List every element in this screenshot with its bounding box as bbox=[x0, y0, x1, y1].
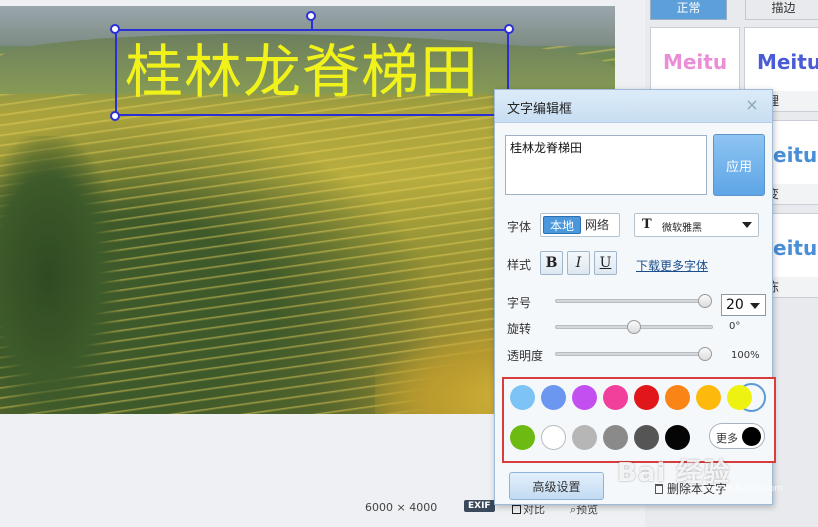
advanced-settings-button[interactable]: 高级设置 bbox=[509, 472, 604, 500]
more-colors-button[interactable]: 更多 bbox=[709, 423, 765, 449]
overlay-text: 桂林龙脊梯田 bbox=[125, 38, 480, 106]
style-preview: eitu bbox=[773, 143, 818, 167]
color-swatch[interactable] bbox=[603, 425, 628, 450]
resize-handle-top-left[interactable] bbox=[110, 24, 120, 34]
color-swatch[interactable] bbox=[510, 425, 535, 450]
rotate-label: 旋转 bbox=[507, 322, 532, 336]
chevron-down-icon bbox=[742, 222, 752, 228]
tab-normal-label: 正常 bbox=[676, 1, 701, 15]
style-preview: Meitu bbox=[662, 50, 728, 74]
font-label: 字体 bbox=[507, 220, 532, 234]
more-colors-label: 更多 bbox=[716, 432, 738, 445]
color-swatch[interactable] bbox=[696, 385, 721, 410]
style-preview: eitu bbox=[773, 236, 818, 260]
rotate-handle[interactable] bbox=[306, 11, 316, 21]
download-more-fonts-link[interactable]: 下载更多字体 bbox=[636, 257, 708, 274]
color-palette: 更多 bbox=[502, 377, 776, 463]
color-swatch[interactable] bbox=[541, 385, 566, 410]
style-preview: Meitu bbox=[756, 50, 818, 74]
font-size-label: 字号 bbox=[507, 296, 532, 310]
font-source-local[interactable]: 本地 bbox=[543, 216, 581, 234]
resize-handle-top-right[interactable] bbox=[504, 24, 514, 34]
tab-normal[interactable]: 正常 bbox=[650, 0, 727, 20]
opacity-slider-thumb[interactable] bbox=[698, 347, 712, 361]
rotate-slider-thumb[interactable] bbox=[627, 320, 641, 334]
close-icon[interactable]: × bbox=[744, 97, 760, 113]
color-swatch[interactable] bbox=[603, 385, 628, 410]
opacity-label: 透明度 bbox=[507, 349, 544, 363]
color-swatch[interactable] bbox=[572, 385, 597, 410]
current-color-swatch bbox=[742, 427, 761, 446]
color-swatch[interactable] bbox=[634, 385, 659, 410]
bold-button[interactable]: B bbox=[540, 251, 563, 275]
apply-button[interactable]: 应用 bbox=[713, 134, 765, 196]
opacity-value: 100% bbox=[731, 350, 760, 361]
font-family-select[interactable]: T 微软雅黑 bbox=[634, 213, 759, 237]
color-swatch[interactable] bbox=[510, 385, 535, 410]
italic-button[interactable]: I bbox=[567, 251, 590, 275]
photo-forest bbox=[0, 136, 120, 414]
font-type-icon: T bbox=[642, 217, 652, 232]
exif-button[interactable]: EXIF bbox=[464, 500, 495, 512]
font-source-network[interactable]: 网络 bbox=[585, 216, 615, 234]
text-edit-dialog: 文字编辑框 × 应用 字体 本地 网络 T 微软雅黑 样式 B I U 下载更多… bbox=[494, 89, 776, 505]
font-size-slider-thumb[interactable] bbox=[698, 294, 712, 308]
tab-stroke-label: 描边 bbox=[771, 1, 796, 15]
dialog-header: 文字编辑框 × bbox=[495, 90, 772, 123]
color-swatch[interactable] bbox=[665, 385, 690, 410]
dialog-title: 文字编辑框 bbox=[507, 102, 573, 117]
tab-stroke[interactable]: 描边 bbox=[745, 0, 818, 20]
style-label: 样式 bbox=[507, 258, 532, 272]
color-swatch[interactable] bbox=[665, 425, 690, 450]
font-size-slider[interactable] bbox=[555, 299, 705, 303]
rotate-value: 0° bbox=[729, 321, 741, 332]
text-content-input[interactable] bbox=[505, 135, 707, 195]
color-swatch[interactable] bbox=[541, 425, 566, 450]
font-size-select[interactable]: 20 bbox=[721, 294, 766, 316]
chevron-down-icon bbox=[750, 303, 760, 309]
compare-checkbox-icon bbox=[512, 505, 521, 514]
underline-button[interactable]: U bbox=[594, 251, 617, 275]
opacity-slider[interactable] bbox=[555, 352, 705, 356]
color-swatch[interactable] bbox=[572, 425, 597, 450]
image-dimensions: 6000 × 4000 bbox=[365, 501, 438, 514]
color-swatch[interactable] bbox=[727, 385, 752, 410]
color-swatch[interactable] bbox=[634, 425, 659, 450]
font-family-value: 微软雅黑 bbox=[662, 223, 702, 234]
resize-handle-bottom-left[interactable] bbox=[110, 111, 120, 121]
font-size-value: 20 bbox=[726, 297, 744, 313]
text-object-box[interactable]: 桂林龙脊梯田 bbox=[115, 29, 509, 116]
watermark-url: jingyan.baidu.com bbox=[700, 484, 784, 494]
font-source-toggle: 本地 网络 bbox=[540, 213, 620, 237]
